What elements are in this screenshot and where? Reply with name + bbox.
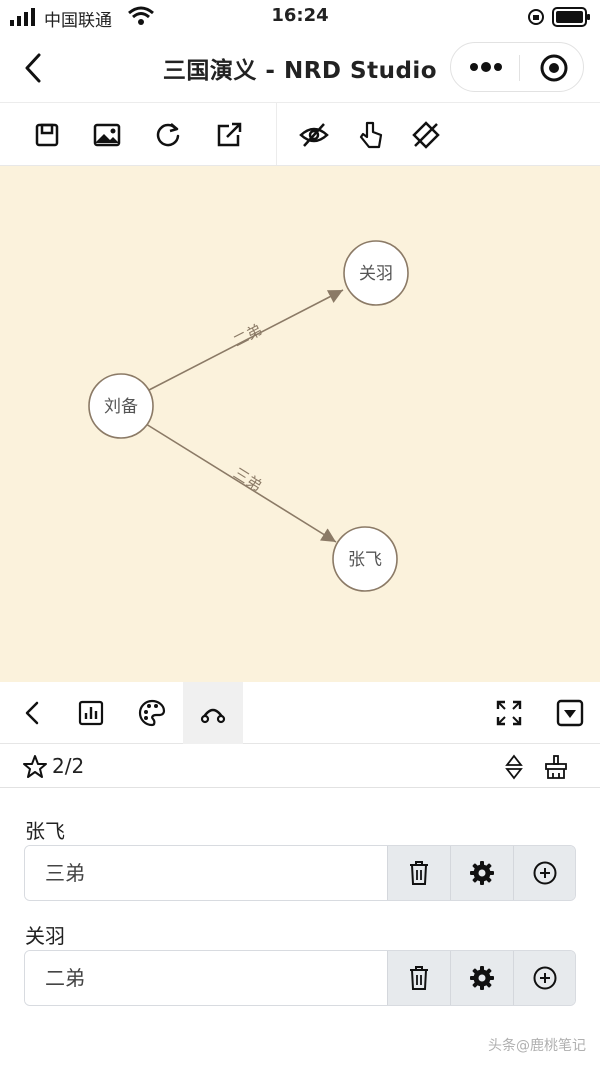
- toolbar-divider: [276, 103, 277, 165]
- share-icon[interactable]: [213, 119, 245, 151]
- node-label: 刘备: [104, 397, 138, 417]
- relation-row: [24, 845, 576, 901]
- item-count: 2/2: [52, 754, 85, 778]
- edge-label: 二弟: [230, 321, 265, 351]
- list-header: 2/2: [0, 744, 600, 788]
- plus-circle-icon: [533, 966, 557, 990]
- sort-icon[interactable]: [503, 754, 525, 780]
- palette-icon[interactable]: [137, 698, 167, 728]
- delete-button[interactable]: [387, 846, 450, 900]
- hide-icon[interactable]: [298, 119, 330, 151]
- edge-label: 三弟: [230, 464, 265, 495]
- settings-button[interactable]: [450, 951, 513, 1005]
- dropdown-icon[interactable]: [555, 698, 585, 728]
- image-icon[interactable]: [91, 119, 123, 151]
- clock: 16:24: [271, 5, 329, 26]
- trash-icon: [410, 966, 428, 990]
- pointer-icon[interactable]: [355, 119, 387, 151]
- panel-toolbar: [0, 682, 600, 744]
- settings-button[interactable]: [450, 846, 513, 900]
- crosshair-icon[interactable]: [410, 119, 442, 151]
- node-zhangfei[interactable]: 张飞: [332, 526, 398, 592]
- trash-icon: [410, 861, 428, 885]
- status-bar: 中国联通 16:24: [0, 0, 600, 34]
- capsule-divider: [519, 55, 520, 81]
- relation-value-input[interactable]: [25, 846, 387, 900]
- fullscreen-icon[interactable]: [494, 698, 524, 728]
- watermark: 头条@鹿桃笔记: [488, 1038, 586, 1054]
- nav-bar: 三国演义 - NRD Studio: [0, 34, 600, 102]
- link-tool-icon[interactable]: [198, 698, 228, 728]
- refresh-icon[interactable]: [152, 119, 184, 151]
- node-liubei[interactable]: 刘备: [88, 373, 154, 439]
- graph-canvas[interactable]: 二弟 三弟 刘备 关羽 张飞: [0, 166, 600, 682]
- gear-icon: [470, 966, 494, 990]
- node-label: 关羽: [359, 264, 393, 284]
- gear-icon: [470, 861, 494, 885]
- add-button[interactable]: [513, 846, 575, 900]
- chart-icon[interactable]: [76, 698, 106, 728]
- toolbar: [0, 102, 600, 166]
- orientation-lock-icon: [528, 9, 544, 25]
- mini-program-capsule: [450, 42, 584, 92]
- close-program-icon[interactable]: [539, 53, 569, 83]
- plus-circle-icon: [533, 861, 557, 885]
- relation-name: 关羽: [25, 924, 65, 948]
- add-button[interactable]: [513, 951, 575, 1005]
- save-icon[interactable]: [31, 119, 63, 151]
- relation-name: 张飞: [25, 819, 65, 843]
- clear-icon[interactable]: [543, 754, 569, 780]
- relation-value-input[interactable]: [25, 951, 387, 1005]
- star-icon[interactable]: [22, 754, 48, 780]
- delete-button[interactable]: [387, 951, 450, 1005]
- node-guanyu[interactable]: 关羽: [343, 240, 409, 306]
- back-icon[interactable]: [18, 698, 48, 728]
- relation-graph: 二弟 三弟 刘备 关羽 张飞: [88, 240, 409, 592]
- relation-row: [24, 950, 576, 1006]
- battery-icon: [552, 7, 590, 27]
- node-label: 张飞: [348, 550, 382, 570]
- more-icon[interactable]: [469, 61, 503, 73]
